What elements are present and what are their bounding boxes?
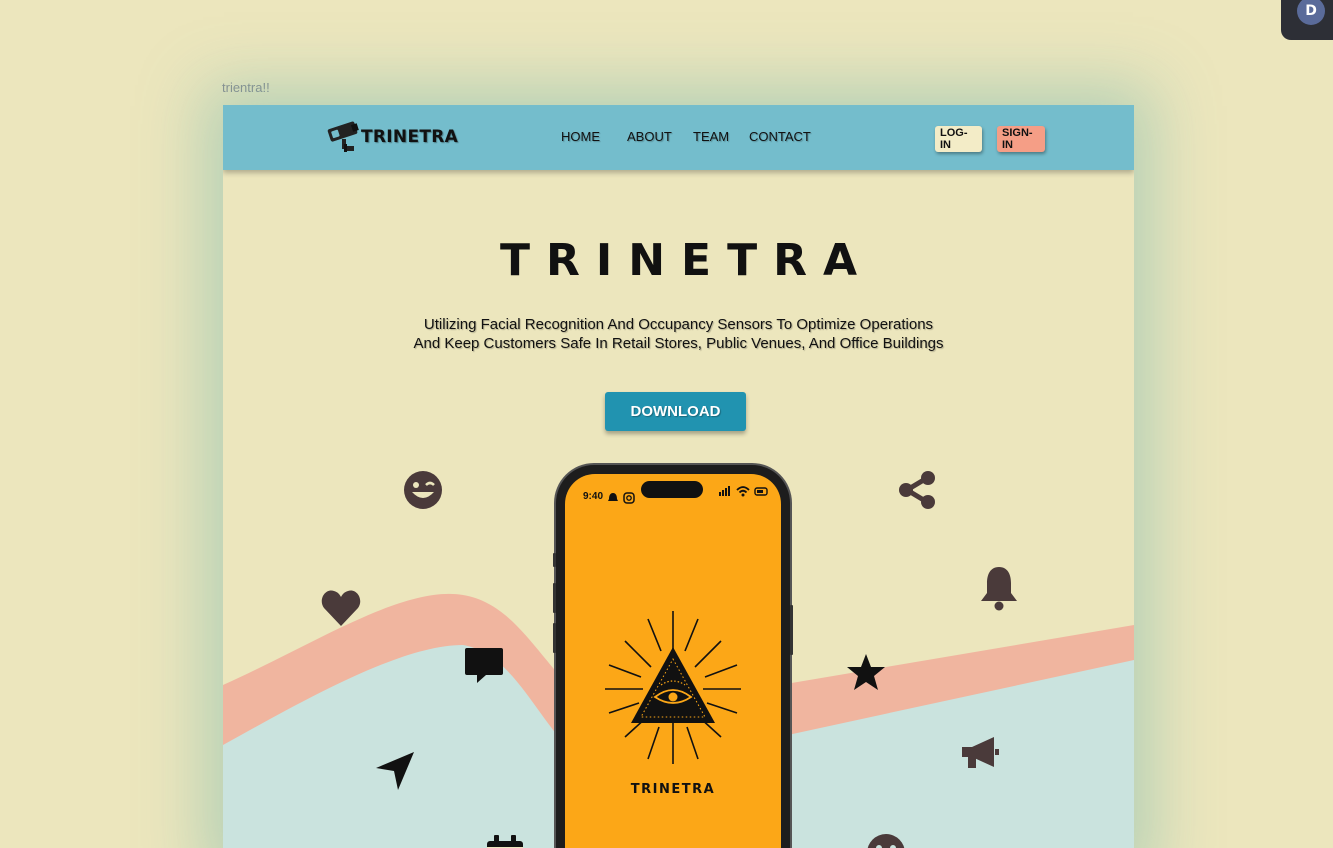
hero-subtitle-line1: Utilizing Facial Recognition And Occupan… (423, 316, 934, 333)
share-icon (899, 471, 935, 509)
brand-name: TRINETRA (361, 127, 459, 147)
wink-icon (404, 471, 442, 509)
login-button[interactable]: LOG-IN (935, 126, 982, 152)
bell-icon (981, 567, 1017, 611)
page-caption: trientra!! (222, 80, 270, 95)
navigation-icon (376, 752, 414, 790)
notification-icons (608, 492, 635, 504)
eye-of-providence-logo (605, 611, 741, 764)
profile-tab[interactable]: D (1281, 0, 1333, 40)
avatar[interactable]: D (1297, 0, 1325, 25)
chat-icon (465, 648, 503, 683)
nav-team[interactable]: TEAM (693, 129, 729, 144)
download-button[interactable]: DOWNLOAD (605, 392, 746, 431)
hero-title: TRINETRA (499, 235, 874, 286)
calendar-icon (487, 835, 523, 848)
hero-subtitle-line2: And Keep Customers Safe In Retail Stores… (413, 335, 944, 352)
phone-time: 9:40 (583, 491, 604, 502)
star-icon (847, 654, 885, 690)
status-bar-icons (719, 486, 768, 497)
cctv-camera-icon (327, 121, 359, 152)
phone-side-button (553, 583, 556, 613)
dynamic-island (641, 481, 703, 498)
signin-button[interactable]: SIGN-IN (997, 126, 1045, 152)
phone-mockup: 9:40 TRINETRA (553, 465, 793, 848)
heart-icon (321, 590, 361, 626)
nav-about[interactable]: ABOUT (627, 129, 672, 144)
hero-subtitle: Utilizing Facial Recognition And Occupan… (223, 315, 1134, 353)
phone-side-button (553, 553, 556, 567)
brand-logo[interactable]: TRINETRA (327, 115, 458, 159)
site-preview: TRINETRA HOME ABOUT TEAM CONTACT LOG-IN … (223, 105, 1134, 848)
phone-side-button (790, 605, 793, 655)
phone-side-button (553, 623, 556, 653)
smiley-icon (867, 834, 905, 848)
nav-contact[interactable]: CONTACT (749, 129, 811, 144)
navbar: TRINETRA HOME ABOUT TEAM CONTACT LOG-IN … (223, 105, 1134, 170)
megaphone-icon (962, 737, 999, 768)
nav-home[interactable]: HOME (561, 129, 600, 144)
phone-app-name: TRINETRA (630, 782, 716, 797)
phone-screen: 9:40 TRINETRA (565, 474, 781, 848)
